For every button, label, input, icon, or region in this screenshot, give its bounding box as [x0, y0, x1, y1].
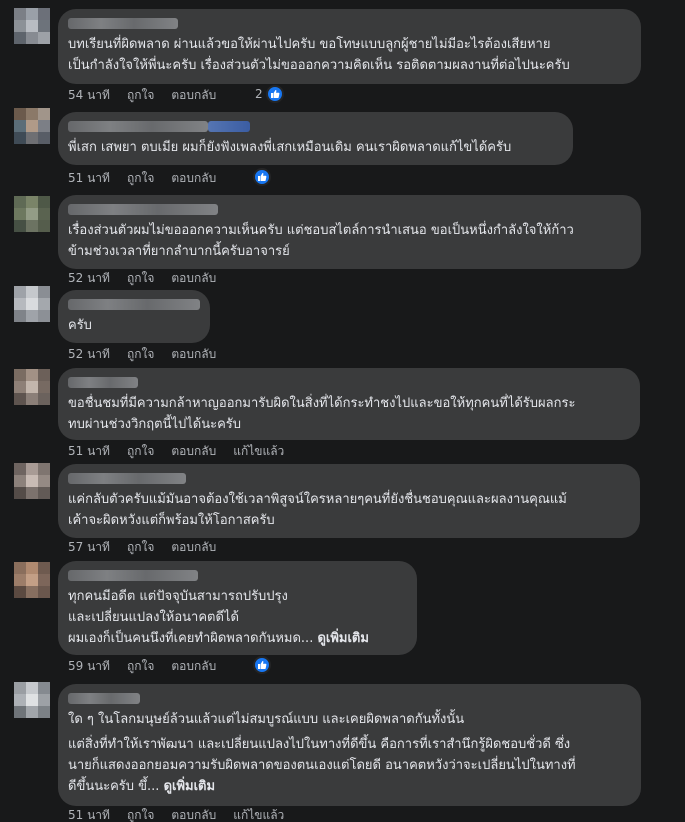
comment-bubble: ขอชื่นชมที่มีความกล้าหาญออกมารับผิดในสิ่…	[58, 368, 640, 440]
comment-text: พี่เสก เสพยา ตบเมีย ผมก็ยังฟังเพลงพี่เสก…	[68, 140, 512, 155]
author-name-redacted[interactable]	[68, 297, 200, 312]
reaction-summary[interactable]	[253, 656, 271, 674]
like-thumb-icon	[265, 85, 284, 103]
avatar[interactable]	[14, 286, 50, 322]
reply-button[interactable]: ตอบกลับ	[171, 442, 216, 461]
comment-bubble: แค่กลับตัวครับแม้มันอาจต้องใช้เวลาพิสูจน…	[58, 464, 640, 538]
reply-button[interactable]: ตอบกลับ	[171, 806, 216, 822]
comment-text: แค่กลับตัวครับแม้มันอาจต้องใช้เวลาพิสูจน…	[68, 492, 567, 528]
like-button[interactable]: ถูกใจ	[127, 442, 154, 461]
reply-button[interactable]: ตอบกลับ	[171, 538, 216, 557]
comment-bubble: ทุกคนมีอดีต แต่ปัจจุบันสามารถปรับปรุง แล…	[58, 561, 417, 655]
comment-bubble: ครับ	[58, 290, 210, 343]
author-name-redacted[interactable]	[68, 691, 631, 706]
comment-actions: 51 นาที ถูกใจ ตอบกลับ	[68, 169, 216, 187]
avatar[interactable]	[14, 369, 50, 405]
comment-actions: 54 นาที ถูกใจ ตอบกลับ	[68, 86, 216, 104]
comment-text: ทุกคนมีอดีต แต่ปัจจุบันสามารถปรับปรุง แล…	[68, 586, 407, 649]
reaction-summary[interactable]: 2	[255, 85, 284, 103]
timestamp[interactable]: 51 นาที	[68, 442, 110, 461]
comment-text-body: แต่สิ่งที่ทำให้เราพัฒนา และเปลี่ยนแปลงไป…	[68, 737, 576, 794]
see-more-link[interactable]: ดูเพิ่มเติม	[317, 631, 368, 646]
reply-button[interactable]: ตอบกลับ	[171, 345, 216, 364]
like-thumb-icon	[253, 656, 271, 674]
reply-button[interactable]: ตอบกลับ	[171, 86, 216, 105]
comment-actions: 57 นาที ถูกใจ ตอบกลับ	[68, 538, 216, 556]
avatar[interactable]	[14, 682, 50, 718]
comment-text: บทเรียนที่ผิดพลาด ผ่านแล้วขอให้ผ่านไปครั…	[68, 37, 570, 73]
timestamp[interactable]: 51 นาที	[68, 806, 110, 822]
comment-text: เรื่องส่วนตัวผมไม่ขอออกความเห็นครับ แต่ช…	[68, 223, 574, 259]
see-more-link[interactable]: ดูเพิ่มเติม	[164, 779, 215, 794]
avatar[interactable]	[14, 463, 50, 499]
author-name-redacted[interactable]	[68, 202, 631, 217]
reply-button[interactable]: ตอบกลับ	[171, 269, 216, 288]
avatar[interactable]	[14, 8, 50, 44]
comment-text: แต่สิ่งที่ทำให้เราพัฒนา และเปลี่ยนแปลงไป…	[68, 734, 631, 797]
author-name-redacted[interactable]	[68, 119, 563, 134]
reply-button[interactable]: ตอบกลับ	[171, 169, 216, 188]
comment-bubble: เรื่องส่วนตัวผมไม่ขอออกความเห็นครับ แต่ช…	[58, 195, 641, 269]
like-thumb-icon	[253, 168, 271, 186]
comment-bubble: บทเรียนที่ผิดพลาด ผ่านแล้วขอให้ผ่านไปครั…	[58, 9, 641, 84]
avatar[interactable]	[14, 196, 50, 232]
timestamp[interactable]: 59 นาที	[68, 657, 110, 676]
author-name-redacted[interactable]	[68, 16, 631, 31]
like-button[interactable]: ถูกใจ	[127, 86, 154, 105]
reaction-count: 2	[255, 87, 263, 101]
comment-bubble: พี่เสก เสพยา ตบเมีย ผมก็ยังฟังเพลงพี่เสก…	[58, 112, 573, 165]
like-button[interactable]: ถูกใจ	[127, 538, 154, 557]
comment-text: ขอชื่นชมที่มีความกล้าหาญออกมารับผิดในสิ่…	[68, 396, 576, 432]
like-button[interactable]: ถูกใจ	[127, 345, 154, 364]
timestamp[interactable]: 54 นาที	[68, 86, 110, 105]
comment-actions: 52 นาที ถูกใจ ตอบกลับ	[68, 345, 216, 363]
author-name-redacted[interactable]	[68, 568, 407, 583]
reaction-summary[interactable]	[253, 168, 271, 186]
like-button[interactable]: ถูกใจ	[127, 269, 154, 288]
avatar[interactable]	[14, 562, 50, 598]
comment-actions: 59 นาที ถูกใจ ตอบกลับ	[68, 657, 216, 675]
like-button[interactable]: ถูกใจ	[127, 806, 154, 822]
avatar[interactable]	[14, 108, 50, 144]
comment-text: ใด ๆ ในโลกมนุษย์ล้วนแล้วแต่ไม่สมบูรณ์แบบ…	[68, 712, 465, 727]
author-name-redacted[interactable]	[68, 471, 630, 486]
comment-text-body: ทุกคนมีอดีต แต่ปัจจุบันสามารถปรับปรุง แล…	[68, 589, 314, 646]
comment-bubble: ใด ๆ ในโลกมนุษย์ล้วนแล้วแต่ไม่สมบูรณ์แบบ…	[58, 684, 641, 806]
timestamp[interactable]: 52 นาที	[68, 345, 110, 364]
edited-label: แก้ไขแล้ว	[233, 443, 285, 458]
comment-text: ครับ	[68, 318, 92, 333]
timestamp[interactable]: 57 นาที	[68, 538, 110, 557]
reply-button[interactable]: ตอบกลับ	[171, 657, 216, 676]
comment-actions: 51 นาที ถูกใจ ตอบกลับ แก้ไขแล้ว	[68, 806, 284, 822]
edited-label: แก้ไขแล้ว	[233, 807, 285, 822]
like-button[interactable]: ถูกใจ	[127, 657, 154, 676]
comment-actions: 52 นาที ถูกใจ ตอบกลับ	[68, 269, 216, 287]
timestamp[interactable]: 51 นาที	[68, 169, 110, 188]
comment-actions: 51 นาที ถูกใจ ตอบกลับ แก้ไขแล้ว	[68, 442, 284, 460]
timestamp[interactable]: 52 นาที	[68, 269, 110, 288]
author-name-redacted[interactable]	[68, 375, 630, 390]
like-button[interactable]: ถูกใจ	[127, 169, 154, 188]
